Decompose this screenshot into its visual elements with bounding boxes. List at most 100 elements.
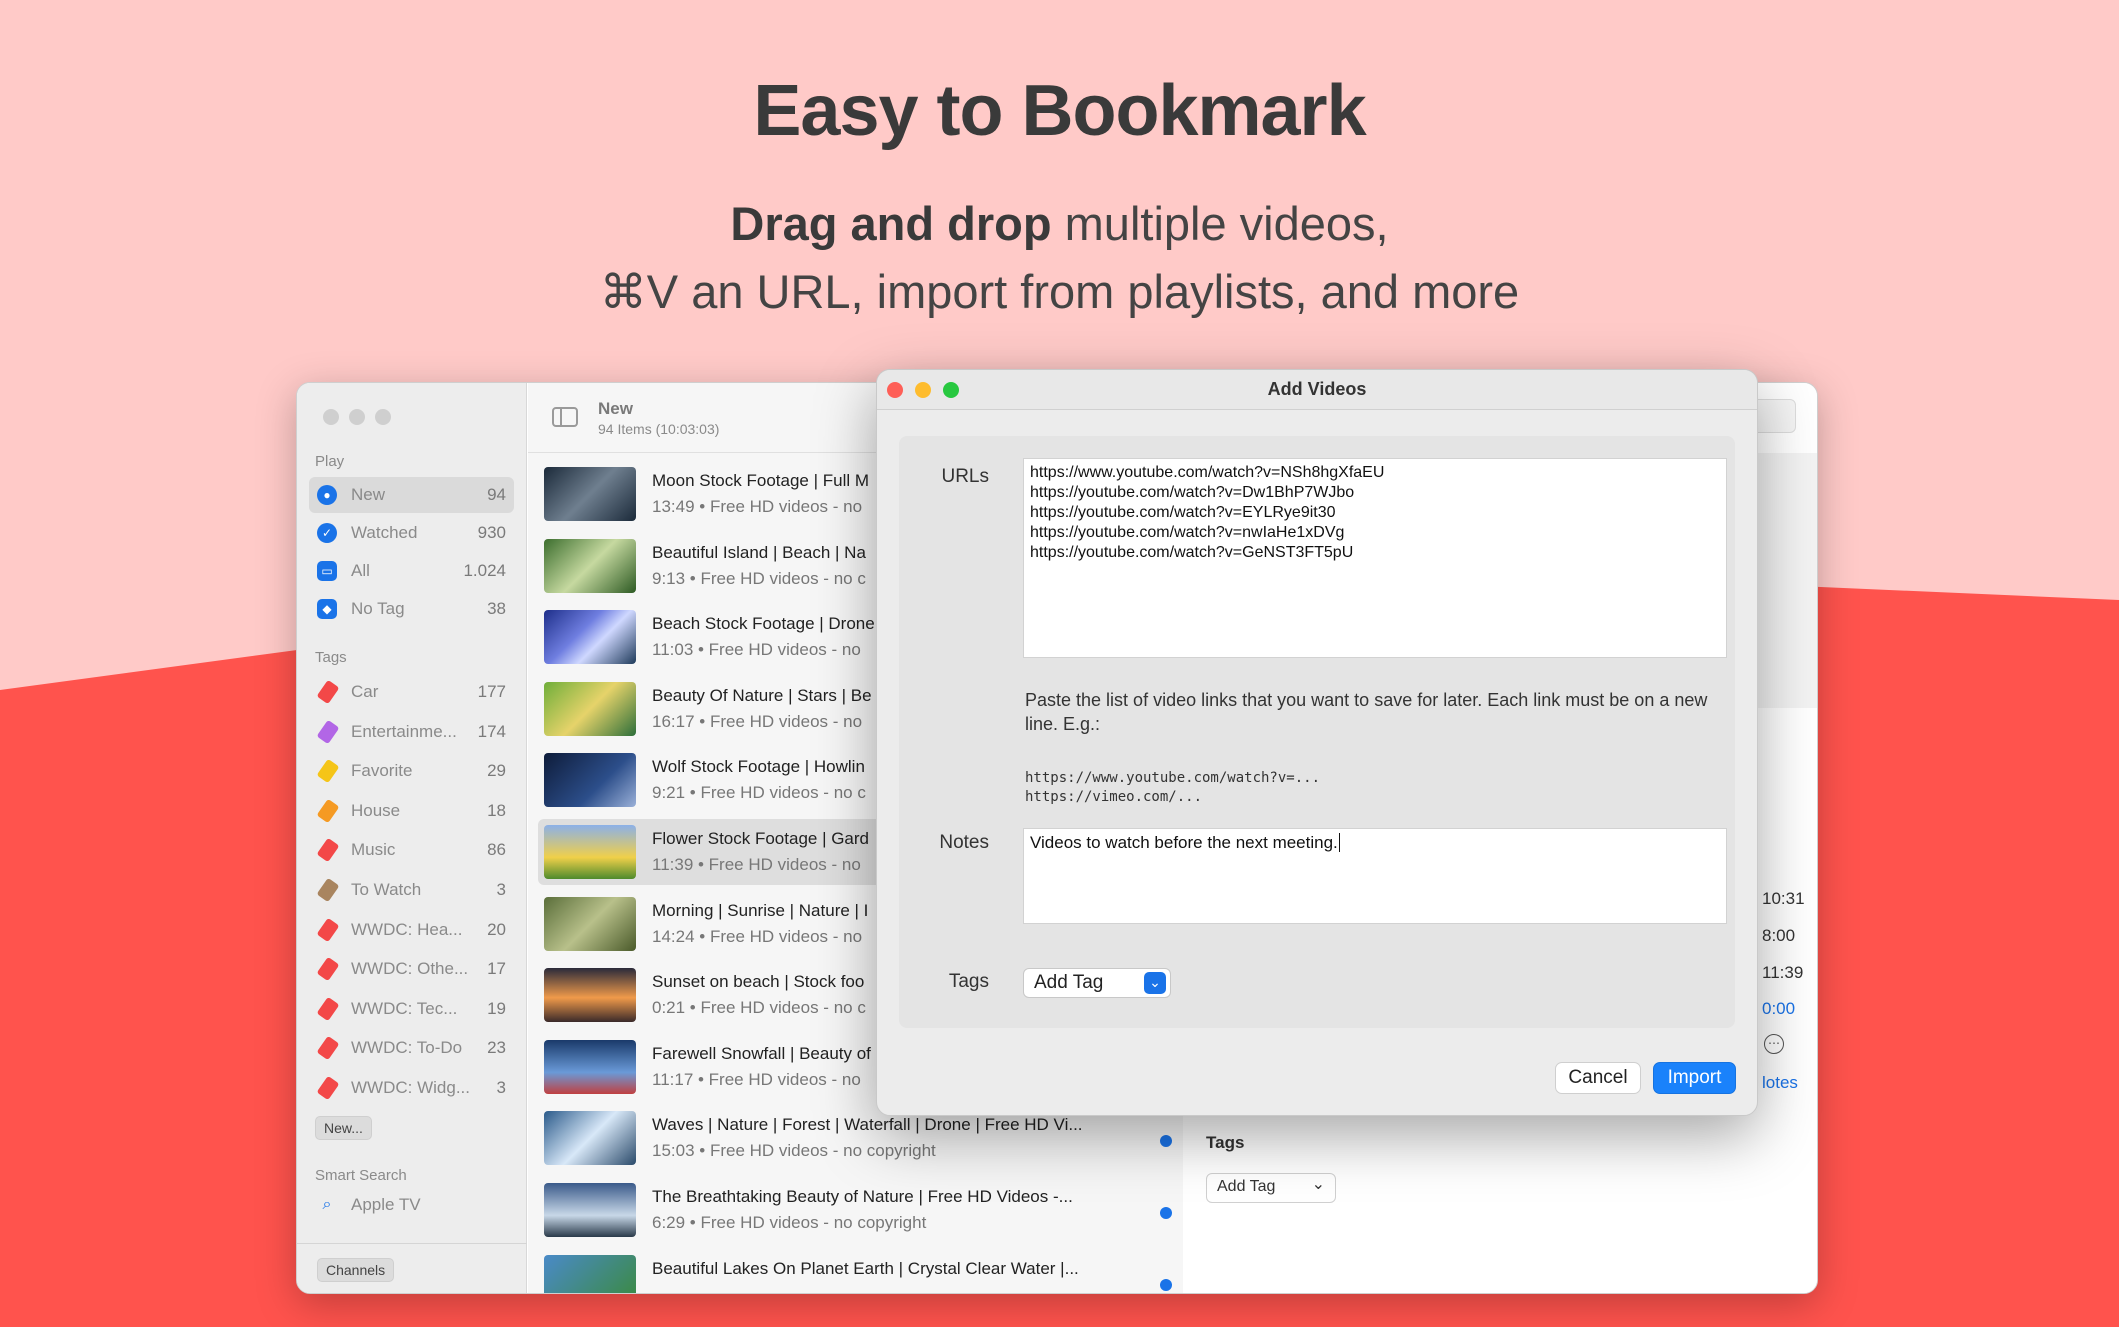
- video-title: Farewell Snowfall | Beauty of: [652, 1043, 871, 1063]
- detail-time-4[interactable]: 0:00: [1762, 999, 1795, 1019]
- list-title: New: [598, 399, 633, 418]
- sidebar-tag-item[interactable]: WWDC: Hea... 20: [309, 912, 514, 948]
- notes-textarea[interactable]: Videos to watch before the next meeting.: [1023, 828, 1727, 924]
- video-title: Beach Stock Footage | Drone: [652, 614, 875, 634]
- cancel-button[interactable]: Cancel: [1555, 1062, 1641, 1094]
- sidebar-tag-item[interactable]: WWDC: To-Do 23: [309, 1030, 514, 1066]
- import-button[interactable]: Import: [1653, 1062, 1736, 1094]
- sidebar-item-all[interactable]: ▭ All 1.024: [309, 553, 514, 589]
- chevron-down-icon: ⌄: [1144, 972, 1166, 994]
- smart-search-header: Smart Search: [315, 1167, 407, 1184]
- detail-time-3: 11:39: [1762, 963, 1804, 982]
- dialog-title: Add Videos: [1267, 379, 1367, 399]
- sidebar-item-label: Apple TV: [351, 1195, 421, 1214]
- sidebar-tag-label: Music: [351, 840, 396, 860]
- sidebar-tag-label: WWDC: Hea...: [351, 919, 463, 939]
- notes-value: Videos to watch before the next meeting.: [1030, 833, 1338, 852]
- tag-icon: [316, 1036, 340, 1061]
- sidebar-tag-item[interactable]: WWDC: Othe... 17: [309, 951, 514, 987]
- more-icon[interactable]: ⋯: [1764, 1034, 1784, 1054]
- sidebar-tag-label: Favorite: [351, 761, 413, 781]
- unwatched-dot-icon: [1160, 1135, 1172, 1148]
- check-icon: ✓: [317, 523, 337, 543]
- tag-select-value: Add Tag: [1034, 972, 1104, 993]
- sidebar-tag-count: 20: [487, 919, 506, 939]
- sidebar-tag-count: 3: [496, 1078, 506, 1097]
- tag-icon: [316, 917, 340, 942]
- channels-button[interactable]: Channels: [317, 1258, 395, 1282]
- video-subtitle: 11:39 • Free HD videos - no: [652, 855, 861, 874]
- tag-icon: [316, 758, 340, 784]
- sidebar-tag-label: Car: [351, 682, 379, 701]
- example-url-1: https://www.youtube.com/watch?v=...: [1025, 770, 1321, 786]
- tags-section-header: Tags: [315, 649, 347, 666]
- tray-icon: ▭: [317, 561, 337, 581]
- sidebar-item-count: 94: [487, 485, 506, 504]
- new-icon: ●: [317, 485, 337, 505]
- unwatched-dot-icon: [1160, 1278, 1172, 1291]
- sidebar-tag-count: 17: [487, 959, 506, 979]
- add-videos-dialog: Add Videos URLs https://www.youtube.com/…: [876, 369, 1758, 1116]
- video-thumbnail: [544, 1183, 636, 1237]
- list-subtitle: 94 Items (10:03:03): [598, 421, 720, 437]
- video-subtitle: 14:24 • Free HD videos - no: [652, 926, 863, 946]
- sidebar-tag-item[interactable]: Music 86: [309, 832, 514, 868]
- sidebar-tag-item[interactable]: House 18: [309, 793, 514, 829]
- video-thumbnail: [544, 538, 636, 593]
- sidebar-item-new[interactable]: ● New 94: [309, 477, 514, 513]
- video-thumbnail: [544, 1039, 636, 1094]
- sidebar: Play ● New 94 ✓ Watched 930 ▭ All 1.024 …: [297, 383, 527, 1293]
- urls-help-text: Paste the list of video links that you w…: [1025, 690, 1708, 734]
- sidebar-tag-item[interactable]: WWDC: Tec... 19: [309, 991, 514, 1027]
- sidebar-item-count: 930: [477, 523, 506, 542]
- video-subtitle: 13:49 • Free HD videos - no: [652, 497, 863, 516]
- tag-icon: [316, 877, 340, 903]
- sidebar-item-watched[interactable]: ✓ Watched 930: [309, 515, 514, 551]
- sidebar-tag-count: 174: [477, 721, 506, 741]
- tag-icon: [316, 956, 340, 982]
- sidebar-item-label: New: [351, 485, 386, 504]
- sidebar-tag-label: WWDC: To-Do: [351, 1038, 463, 1058]
- sidebar-tag-item[interactable]: Favorite 29: [309, 753, 514, 789]
- video-thumbnail: [544, 610, 636, 665]
- notes-label: Notes: [939, 832, 989, 853]
- notes-link[interactable]: lotes: [1762, 1073, 1798, 1093]
- play-section-header: Play: [315, 453, 345, 470]
- video-thumbnail: [544, 753, 636, 808]
- sidebar-tag-item[interactable]: Entertainme... 174: [309, 714, 514, 750]
- tag-icon: [316, 798, 340, 824]
- tags-label: Tags: [948, 971, 989, 992]
- video-thumbnail: [544, 681, 636, 736]
- zoom-button[interactable]: [375, 409, 391, 425]
- video-subtitle: 0:21 • Free HD videos - no c: [652, 998, 866, 1018]
- sidebar-tag-label: House: [351, 800, 401, 820]
- sidebar-toggle-icon[interactable]: [552, 407, 578, 427]
- tag-select[interactable]: Add Tag ⌄: [1023, 968, 1171, 998]
- video-thumbnail: [544, 968, 636, 1023]
- close-button[interactable]: [323, 409, 339, 425]
- urls-textarea[interactable]: https://www.youtube.com/watch?v=NSh8hgXf…: [1023, 458, 1727, 658]
- detail-time-2: 8:00: [1762, 926, 1796, 945]
- video-thumbnail: [544, 896, 636, 951]
- video-subtitle: 11:03 • Free HD videos - no: [652, 640, 861, 660]
- video-thumbnail: [544, 467, 636, 521]
- video-subtitle: 15:03 • Free HD videos - no copyright: [652, 1141, 936, 1161]
- video-list-item[interactable]: Beautiful Lakes On Planet Earth | Crysta…: [538, 1249, 1178, 1293]
- minimize-button[interactable]: [349, 409, 365, 425]
- url-line: https://youtube.com/watch?v=GeNST3FT5pU: [1030, 544, 1354, 561]
- tag-icon: [316, 679, 340, 705]
- detail-time-1: 10:31: [1762, 889, 1805, 908]
- sidebar-tag-item[interactable]: WWDC: Widg... 3: [309, 1070, 514, 1106]
- sidebar-tag-item[interactable]: Car 177: [309, 674, 514, 710]
- video-title: Flower Stock Footage | Gard: [652, 829, 870, 848]
- window-controls: [323, 409, 391, 425]
- video-title: Beautiful Island | Beach | Na: [652, 542, 866, 562]
- sidebar-tag-item[interactable]: To Watch 3: [309, 872, 514, 908]
- sidebar-tag-count: 23: [487, 1038, 506, 1058]
- video-list-item[interactable]: The Breathtaking Beauty of Nature | Free…: [538, 1177, 1178, 1243]
- text-cursor: [1338, 833, 1340, 852]
- sidebar-item-apple-tv[interactable]: ⌕ Apple TV: [309, 1187, 514, 1223]
- sidebar-item-no-tag[interactable]: ◆ No Tag 38: [309, 591, 514, 627]
- new-tag-button[interactable]: New...: [315, 1116, 372, 1140]
- detail-add-tag-select[interactable]: Add Tag: [1206, 1173, 1336, 1203]
